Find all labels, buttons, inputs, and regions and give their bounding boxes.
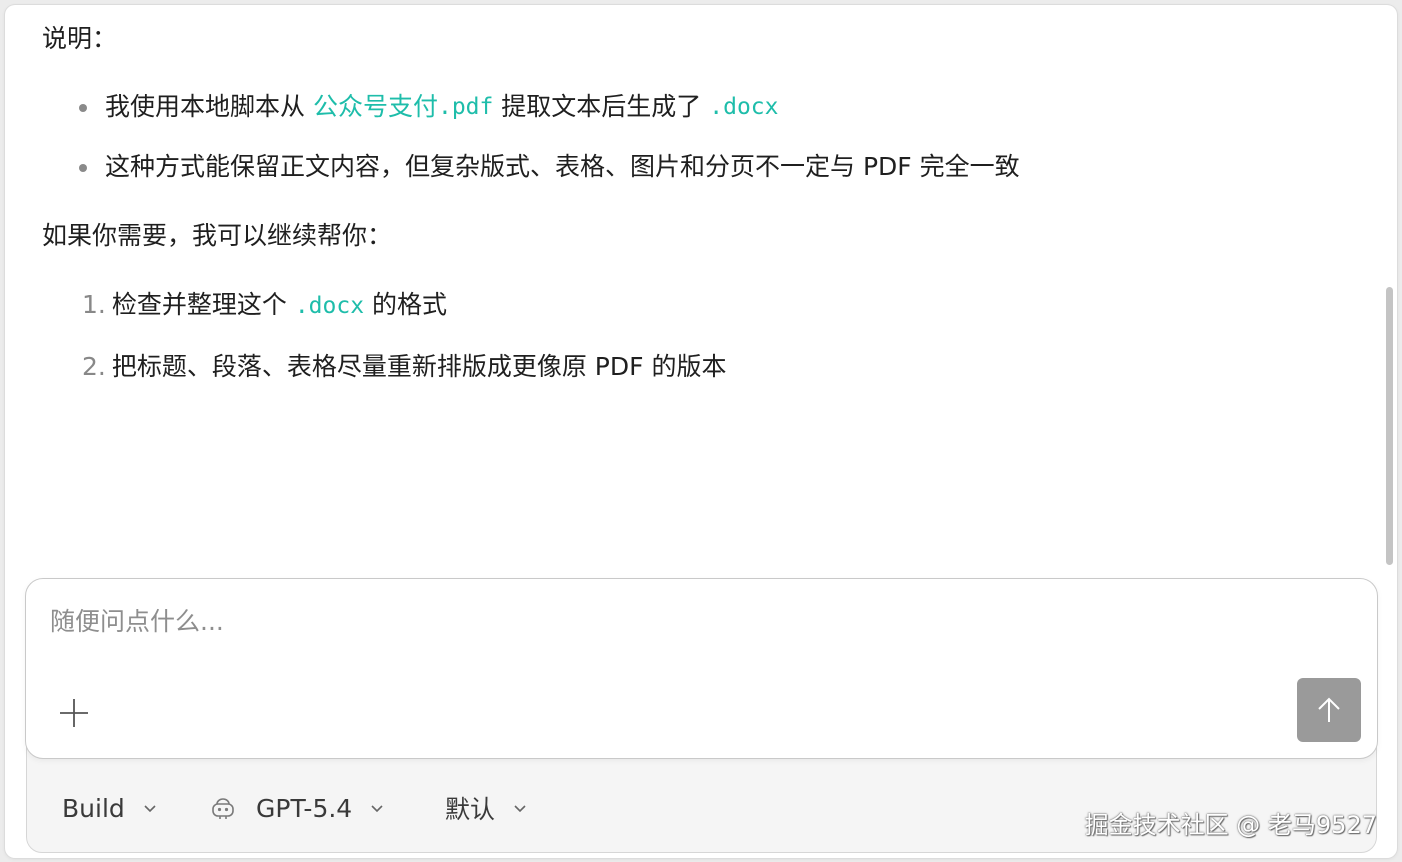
app-window: 说明： 我使用本地脚本从 公众号支付 .pdf 提取文本后生成了 .docx 这种… — [5, 5, 1397, 858]
bullet-text-middle: 提取文本后生成了 — [493, 92, 710, 121]
robot-icon — [212, 798, 234, 819]
option-text-suffix: 的格式 — [364, 290, 448, 319]
option-number: 1. — [82, 290, 106, 319]
option-text-prefix: 检查并整理这个 — [111, 290, 295, 319]
watermark: 掘金技术社区 @ 老马9527 — [1084, 811, 1377, 839]
bullet-text: 这种方式能保留正文内容，但复杂版式、表格、图片和分页不一定与 PDF 完全一致 — [105, 152, 1020, 181]
bullet-item: 我使用本地脚本从 公众号支付 .pdf 提取文本后生成了 .docx — [79, 89, 779, 125]
plus-icon — [60, 699, 88, 727]
preset-label: 默认 — [445, 795, 496, 824]
offer-text: 如果你需要，我可以继续帮你： — [42, 221, 393, 250]
mode-label: Build — [62, 793, 125, 823]
option-text: 把标题、段落、表格尽量重新排版成更像原 PDF 的版本 — [111, 352, 727, 381]
model-selector[interactable]: GPT-5.4 — [210, 788, 384, 828]
option-item: 2. 把标题、段落、表格尽量重新排版成更像原 PDF 的版本 — [82, 349, 726, 385]
send-button[interactable] — [1297, 678, 1361, 742]
bullet-dot — [79, 164, 87, 172]
bullet-item: 这种方式能保留正文内容，但复杂版式、表格、图片和分页不一定与 PDF 完全一致 — [79, 149, 1020, 185]
docx-code: .docx — [709, 94, 779, 120]
option-number: 2. — [82, 352, 106, 381]
chat-scrollbar[interactable] — [1386, 287, 1393, 565]
arrow-up-icon — [1318, 697, 1340, 722]
option-item: 1. 检查并整理这个 .docx 的格式 — [82, 287, 447, 324]
model-label: GPT-5.4 — [256, 793, 353, 823]
file-name-link[interactable]: 公众号支付 — [313, 89, 438, 125]
intro-text: 说明： — [42, 24, 118, 53]
message-input[interactable] — [50, 601, 1250, 641]
docx-code: .docx — [294, 293, 365, 319]
bullet-text-prefix: 我使用本地脚本从 — [105, 92, 313, 121]
message-composer — [25, 578, 1378, 759]
chat-message: 说明： 我使用本地脚本从 公众号支付 .pdf 提取文本后生成了 .docx 这种… — [5, 5, 1397, 568]
chevron-down-icon — [514, 805, 526, 813]
chevron-down-icon — [371, 805, 383, 813]
mode-selector[interactable]: Build — [62, 788, 157, 828]
file-extension-code: .pdf — [437, 94, 494, 120]
preset-selector[interactable]: 默认 — [445, 788, 527, 828]
bullet-dot — [79, 104, 87, 112]
add-attachment-button[interactable] — [54, 693, 94, 733]
chevron-down-icon — [144, 805, 156, 813]
